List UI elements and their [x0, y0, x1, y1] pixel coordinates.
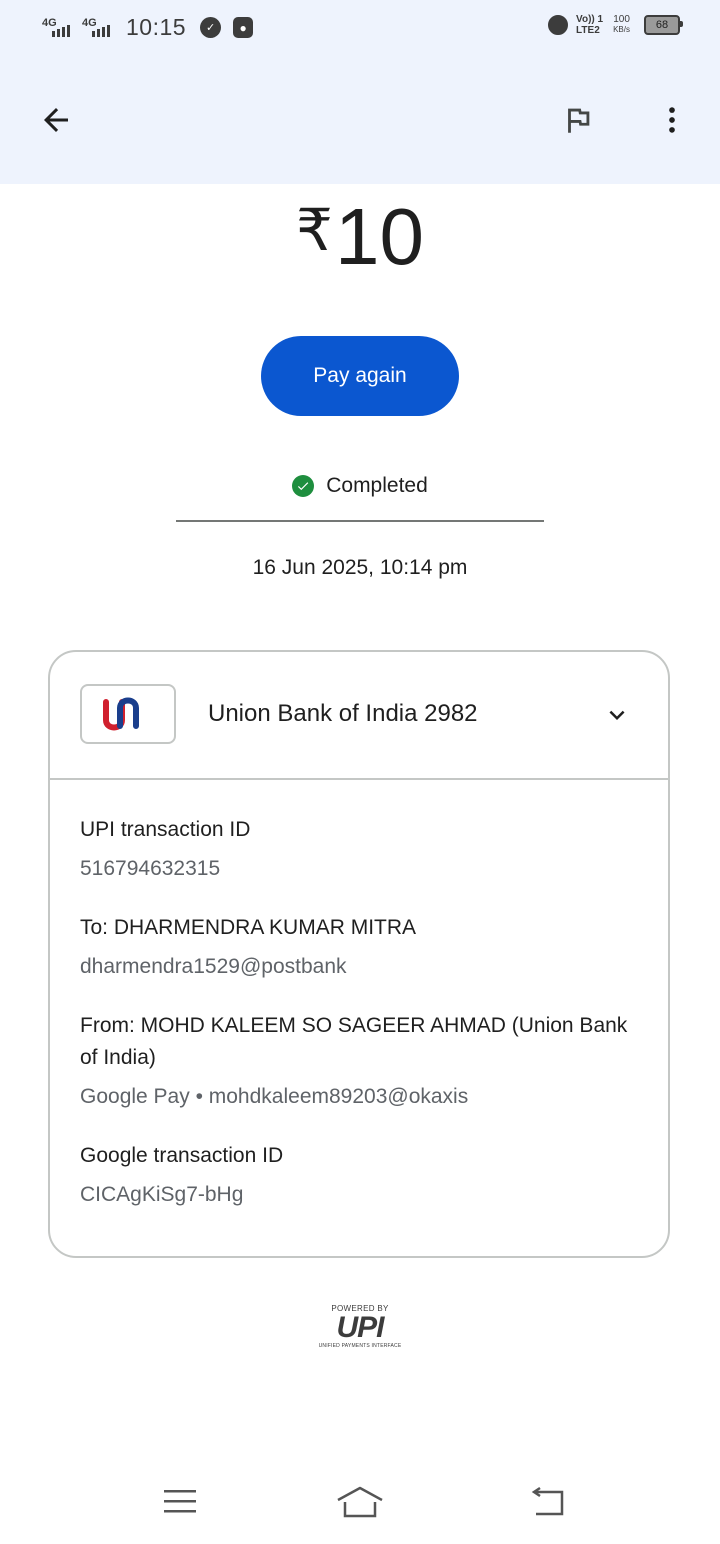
check-circle-icon	[292, 475, 315, 497]
volte-indicator: Vo)) 1 LTE2	[576, 14, 603, 36]
back-button[interactable]	[30, 94, 82, 146]
bank-account-name: Union Bank of India 2982	[208, 700, 478, 727]
home-button[interactable]	[330, 1480, 390, 1524]
volte-bottom-label: LTE2	[576, 25, 600, 36]
upi-id-label: UPI transaction ID	[80, 818, 251, 841]
transaction-details-card: Union Bank of India 2982 UPI transaction…	[48, 650, 670, 1258]
system-nav-bar	[0, 1460, 720, 1544]
back-nav-icon	[531, 1486, 564, 1516]
upi-transaction-id: UPI transaction ID 516794632315	[80, 814, 640, 884]
speed-value: 100	[613, 14, 630, 25]
battery-level: 68	[655, 19, 669, 31]
recents-button[interactable]	[150, 1480, 210, 1524]
mic-icon: ●	[233, 17, 254, 38]
from-label: From: MOHD KALEEM SO SAGEER AHMAD (Union…	[80, 1014, 628, 1069]
sim1-signal-icon: 4G	[42, 17, 76, 39]
sender-info: From: MOHD KALEEM SO SAGEER AHMAD (Union…	[80, 1010, 640, 1112]
status-label: Completed	[326, 474, 428, 497]
transaction-amount: ₹10	[0, 186, 720, 282]
upi-logo-text: UPI	[336, 1311, 384, 1344]
upi-id-value[interactable]: 516794632315	[80, 854, 640, 884]
battery-icon: 68	[644, 15, 683, 35]
union-bank-logo	[80, 684, 176, 744]
sim2-signal-icon: 4G	[82, 17, 116, 39]
google-id-label: Google transaction ID	[80, 1144, 284, 1167]
app-bar	[0, 58, 720, 184]
alarm-icon	[548, 15, 569, 35]
status-time: 10:15	[126, 14, 187, 40]
menu-icon	[164, 1490, 196, 1513]
upi-subtitle: UNIFIED PAYMENTS INTERFACE	[318, 1343, 402, 1349]
status-divider	[176, 520, 544, 522]
volte-top-label: Vo)) 1	[576, 14, 604, 25]
flag-icon	[568, 108, 590, 133]
back-nav-button[interactable]	[518, 1480, 578, 1524]
speedometer-icon: ✓	[200, 17, 222, 38]
more-options-button[interactable]	[646, 94, 698, 146]
amount-value: 10	[334, 192, 424, 281]
network-speed: 100 KB/s	[613, 15, 630, 35]
report-button[interactable]	[552, 94, 604, 146]
home-icon	[337, 1486, 383, 1518]
currency-symbol: ₹	[296, 198, 333, 263]
google-transaction-id: Google transaction ID CICAgKiSg7-bHg	[80, 1140, 640, 1210]
status-bar: 4G 4G 10:15 ✓ ● Vo)) 1 LTE2 100 KB/s 68	[0, 0, 720, 58]
arrow-left-icon	[44, 108, 68, 132]
transaction-status: Completed	[0, 474, 720, 498]
chevron-down-icon[interactable]	[598, 696, 636, 734]
google-id-value[interactable]: CICAgKiSg7-bHg	[80, 1180, 640, 1210]
from-value[interactable]: Google Pay • mohdkaleem89203@okaxis	[80, 1082, 640, 1112]
to-label: To: DHARMENDRA KUMAR MITRA	[80, 916, 417, 939]
more-vertical-icon	[669, 107, 675, 133]
to-value[interactable]: dharmendra1529@postbank	[80, 952, 640, 982]
powered-by-upi-logo: POWERED BY UPI UNIFIED PAYMENTS INTERFAC…	[310, 1304, 410, 1349]
speed-unit: KB/s	[613, 25, 630, 34]
account-header[interactable]: Union Bank of India 2982	[50, 652, 668, 780]
transaction-datetime: 16 Jun 2025, 10:14 pm	[252, 556, 468, 579]
pay-again-button[interactable]: Pay again	[261, 336, 459, 416]
details-list: UPI transaction ID 516794632315 To: DHAR…	[80, 814, 640, 1238]
recipient-info: To: DHARMENDRA KUMAR MITRA dharmendra152…	[80, 912, 640, 982]
